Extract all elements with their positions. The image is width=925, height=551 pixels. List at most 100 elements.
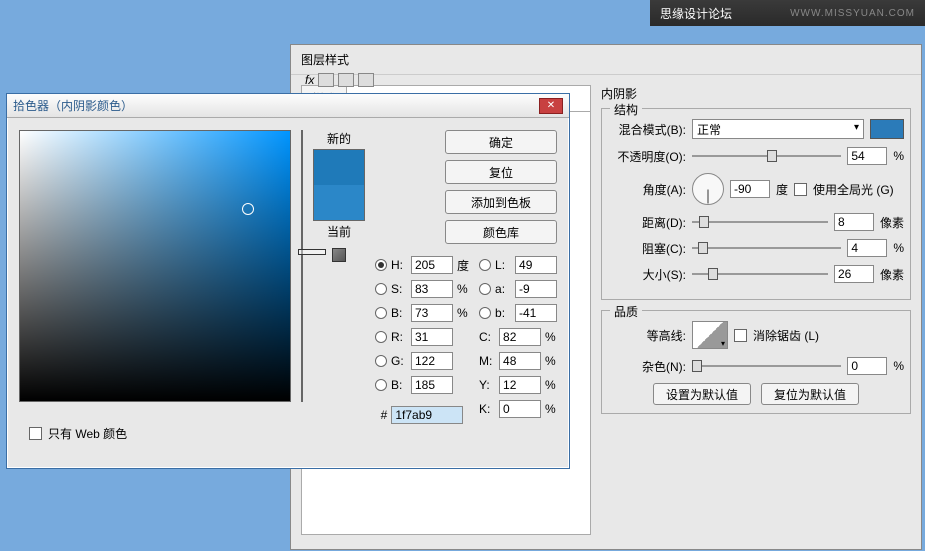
structure-legend: 结构 — [610, 101, 642, 118]
b-unit: % — [457, 306, 468, 320]
antialias-checkbox[interactable] — [734, 329, 747, 342]
blend-mode-dropdown[interactable]: 正常 — [692, 119, 864, 139]
sv-cursor-icon — [242, 203, 254, 215]
l-radio[interactable] — [479, 259, 491, 271]
r-radio[interactable] — [375, 331, 387, 343]
h-label: H: — [391, 258, 407, 272]
opacity-value[interactable]: 54 — [847, 147, 887, 165]
current-color-label: 当前 — [327, 223, 351, 240]
color-lib-button[interactable]: 颜色库 — [445, 220, 557, 244]
trash-icon[interactable] — [358, 73, 374, 87]
layer-style-toolbar: fx — [305, 73, 374, 87]
a-label: a: — [495, 282, 511, 296]
current-color-swatch[interactable] — [314, 185, 364, 220]
lab-b-radio[interactable] — [479, 307, 491, 319]
choke-value[interactable]: 4 — [847, 239, 887, 257]
k-label: K: — [479, 402, 495, 416]
noise-unit: % — [893, 359, 904, 373]
add-swatch-button[interactable]: 添加到色板 — [445, 190, 557, 214]
angle-label: 角度(A): — [608, 181, 686, 198]
bv-input[interactable] — [411, 376, 453, 394]
g-radio[interactable] — [375, 355, 387, 367]
size-slider[interactable] — [692, 266, 828, 282]
angle-value[interactable]: -90 — [730, 180, 770, 198]
watermark-url: WWW.MISSYUAN.COM — [790, 8, 915, 19]
arrow-up-icon[interactable] — [318, 73, 334, 87]
opacity-slider[interactable] — [692, 148, 841, 164]
web-only-checkbox[interactable] — [29, 427, 42, 440]
angle-wheel[interactable] — [692, 173, 724, 205]
set-default-button[interactable]: 设置为默认值 — [653, 383, 751, 405]
size-value[interactable]: 26 — [834, 265, 874, 283]
b-input[interactable] — [411, 304, 453, 322]
lab-b-input[interactable] — [515, 304, 557, 322]
s-radio[interactable] — [375, 283, 387, 295]
global-light-label: 使用全局光 (G) — [813, 181, 894, 198]
c-input[interactable] — [499, 328, 541, 346]
y-input[interactable] — [499, 376, 541, 394]
effect-header: 内阴影 — [601, 85, 911, 102]
size-label: 大小(S): — [608, 266, 686, 283]
m-label: M: — [479, 354, 495, 368]
s-unit: % — [457, 282, 468, 296]
noise-slider[interactable] — [692, 358, 841, 374]
new-color-swatch — [314, 150, 364, 185]
opacity-unit: % — [893, 149, 904, 163]
color-swatch-pair — [313, 149, 365, 221]
g-input[interactable] — [411, 352, 453, 370]
h-unit: 度 — [457, 257, 469, 274]
fx-label: fx — [305, 73, 314, 87]
distance-value[interactable]: 8 — [834, 213, 874, 231]
reset-default-button[interactable]: 复位为默认值 — [761, 383, 859, 405]
choke-unit: % — [893, 241, 904, 255]
distance-slider[interactable] — [692, 214, 828, 230]
s-label: S: — [391, 282, 407, 296]
a-radio[interactable] — [479, 283, 491, 295]
bv-radio[interactable] — [375, 379, 387, 391]
blend-mode-label: 混合模式(B): — [608, 121, 686, 138]
noise-value[interactable]: 0 — [847, 357, 887, 375]
bv-label: B: — [391, 378, 407, 392]
h-radio[interactable] — [375, 259, 387, 271]
color-picker-title: 拾色器（内阴影颜色） — [13, 97, 133, 114]
choke-slider[interactable] — [692, 240, 841, 256]
noise-label: 杂色(N): — [608, 358, 686, 375]
angle-unit: 度 — [776, 181, 788, 198]
y-label: Y: — [479, 378, 495, 392]
lab-b-label: b: — [495, 306, 511, 320]
k-input[interactable] — [499, 400, 541, 418]
arrow-down-icon[interactable] — [338, 73, 354, 87]
distance-unit: 像素 — [880, 214, 904, 231]
reset-button[interactable]: 复位 — [445, 160, 557, 184]
color-picker-titlebar[interactable]: 拾色器（内阴影颜色） ✕ — [7, 94, 569, 118]
opacity-label: 不透明度(O): — [608, 148, 686, 165]
antialias-label: 消除锯齿 (L) — [753, 327, 819, 344]
sv-field[interactable] — [19, 130, 291, 402]
h-input[interactable] — [411, 256, 453, 274]
a-input[interactable] — [515, 280, 557, 298]
l-label: L: — [495, 258, 511, 272]
shadow-color-swatch[interactable] — [870, 119, 904, 139]
choke-label: 阻塞(C): — [608, 240, 686, 257]
new-color-label: 新的 — [327, 130, 351, 147]
s-input[interactable] — [411, 280, 453, 298]
close-icon[interactable]: ✕ — [539, 98, 563, 114]
size-unit: 像素 — [880, 266, 904, 283]
structure-group: 结构 混合模式(B): 正常 不透明度(O): 54 % 角度(A): -90 … — [601, 108, 911, 300]
global-light-checkbox[interactable] — [794, 183, 807, 196]
r-input[interactable] — [411, 328, 453, 346]
watermark-cn: 思缘设计论坛 — [660, 5, 732, 22]
b-radio[interactable] — [375, 307, 387, 319]
contour-picker[interactable] — [692, 321, 728, 349]
l-input[interactable] — [515, 256, 557, 274]
watermark-bar: 思缘设计论坛 WWW.MISSYUAN.COM — [650, 0, 925, 26]
distance-label: 距离(D): — [608, 214, 686, 231]
b-label: B: — [391, 306, 407, 320]
m-input[interactable] — [499, 352, 541, 370]
hue-slider[interactable] — [301, 130, 303, 402]
hex-input[interactable] — [391, 406, 463, 424]
r-label: R: — [391, 330, 407, 344]
cube-icon[interactable] — [332, 248, 346, 262]
g-label: G: — [391, 354, 407, 368]
ok-button[interactable]: 确定 — [445, 130, 557, 154]
